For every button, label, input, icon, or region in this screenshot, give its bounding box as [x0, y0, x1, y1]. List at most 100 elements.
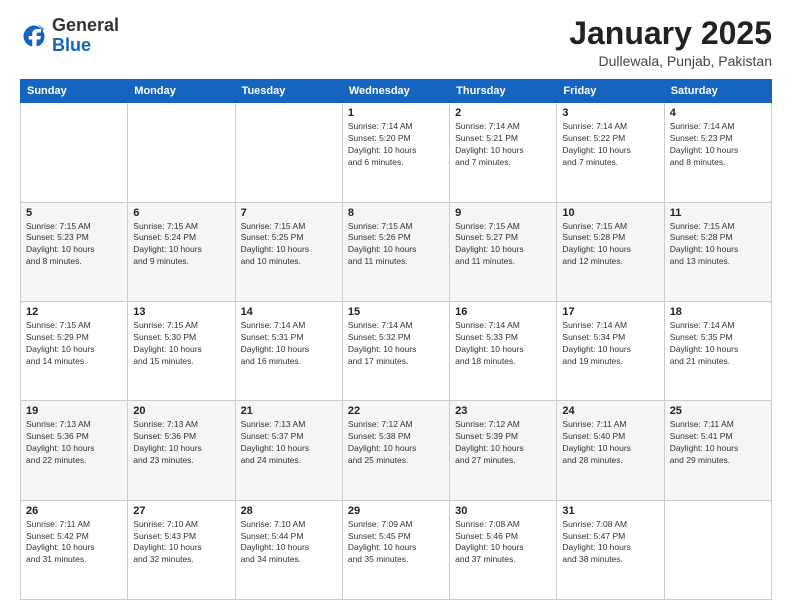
- day-info: Sunrise: 7:11 AMSunset: 5:40 PMDaylight:…: [562, 419, 658, 467]
- day-info: Sunrise: 7:14 AMSunset: 5:31 PMDaylight:…: [241, 320, 337, 368]
- calendar-cell: 20 Sunrise: 7:13 AMSunset: 5:36 PMDayligh…: [128, 401, 235, 500]
- page: General Blue January 2025 Dullewala, Pun…: [0, 0, 792, 612]
- calendar-cell: 16 Sunrise: 7:14 AMSunset: 5:33 PMDayligh…: [450, 301, 557, 400]
- day-number: 27: [133, 505, 229, 517]
- day-number: 16: [455, 306, 551, 318]
- calendar-cell: 27 Sunrise: 7:10 AMSunset: 5:43 PMDayligh…: [128, 500, 235, 599]
- day-number: 5: [26, 207, 122, 219]
- day-number: 2: [455, 107, 551, 119]
- day-number: 7: [241, 207, 337, 219]
- logo-blue: Blue: [52, 35, 91, 55]
- weekday-thursday: Thursday: [450, 80, 557, 103]
- day-info: Sunrise: 7:15 AMSunset: 5:28 PMDaylight:…: [670, 221, 766, 269]
- day-info: Sunrise: 7:13 AMSunset: 5:36 PMDaylight:…: [133, 419, 229, 467]
- calendar-cell: 22Sunrise: 7:12 AMSunset: 5:38 PMDayligh…: [342, 401, 449, 500]
- calendar-cell: 28Sunrise: 7:10 AMSunset: 5:44 PMDayligh…: [235, 500, 342, 599]
- month-title: January 2025: [569, 16, 772, 51]
- day-info: Sunrise: 7:14 AMSunset: 5:35 PMDaylight:…: [670, 320, 766, 368]
- calendar-cell: 26Sunrise: 7:11 AMSunset: 5:42 PMDayligh…: [21, 500, 128, 599]
- calendar-week-4: 19 Sunrise: 7:13 AMSunset: 5:36 PMDayligh…: [21, 401, 772, 500]
- day-info: Sunrise: 7:10 AMSunset: 5:43 PMDaylight:…: [133, 519, 229, 567]
- day-info: Sunrise: 7:14 AMSunset: 5:20 PMDaylight:…: [348, 121, 444, 169]
- day-number: 21: [241, 405, 337, 417]
- day-info: Sunrise: 7:15 AMSunset: 5:28 PMDaylight:…: [562, 221, 658, 269]
- day-info: Sunrise: 7:15 AMSunset: 5:26 PMDaylight:…: [348, 221, 444, 269]
- calendar-cell: 12 Sunrise: 7:15 AMSunset: 5:29 PMDayligh…: [21, 301, 128, 400]
- day-info: Sunrise: 7:08 AMSunset: 5:46 PMDaylight:…: [455, 519, 551, 567]
- calendar-cell: 10 Sunrise: 7:15 AMSunset: 5:28 PMDayligh…: [557, 202, 664, 301]
- day-info: Sunrise: 7:12 AMSunset: 5:39 PMDaylight:…: [455, 419, 551, 467]
- day-info: Sunrise: 7:08 AMSunset: 5:47 PMDaylight:…: [562, 519, 658, 567]
- day-number: 30: [455, 505, 551, 517]
- weekday-saturday: Saturday: [664, 80, 771, 103]
- calendar-cell: 19 Sunrise: 7:13 AMSunset: 5:36 PMDayligh…: [21, 401, 128, 500]
- calendar-cell: 14 Sunrise: 7:14 AMSunset: 5:31 PMDayligh…: [235, 301, 342, 400]
- day-info: Sunrise: 7:15 AMSunset: 5:27 PMDaylight:…: [455, 221, 551, 269]
- calendar-cell: 15 Sunrise: 7:14 AMSunset: 5:32 PMDayligh…: [342, 301, 449, 400]
- calendar-week-2: 5 Sunrise: 7:15 AMSunset: 5:23 PMDaylight…: [21, 202, 772, 301]
- weekday-sunday: Sunday: [21, 80, 128, 103]
- calendar-body: 1Sunrise: 7:14 AMSunset: 5:20 PMDaylight…: [21, 103, 772, 600]
- day-number: 17: [562, 306, 658, 318]
- day-number: 31: [562, 505, 658, 517]
- day-info: Sunrise: 7:14 AMSunset: 5:34 PMDaylight:…: [562, 320, 658, 368]
- day-number: 20: [133, 405, 229, 417]
- calendar-week-1: 1Sunrise: 7:14 AMSunset: 5:20 PMDaylight…: [21, 103, 772, 202]
- calendar-cell: 9 Sunrise: 7:15 AMSunset: 5:27 PMDaylight…: [450, 202, 557, 301]
- calendar-table: Sunday Monday Tuesday Wednesday Thursday…: [20, 79, 772, 600]
- day-info: Sunrise: 7:09 AMSunset: 5:45 PMDaylight:…: [348, 519, 444, 567]
- day-info: Sunrise: 7:15 AMSunset: 5:29 PMDaylight:…: [26, 320, 122, 368]
- calendar-cell: 25Sunrise: 7:11 AMSunset: 5:41 PMDayligh…: [664, 401, 771, 500]
- day-number: 8: [348, 207, 444, 219]
- day-info: Sunrise: 7:14 AMSunset: 5:32 PMDaylight:…: [348, 320, 444, 368]
- day-info: Sunrise: 7:15 AMSunset: 5:24 PMDaylight:…: [133, 221, 229, 269]
- calendar-cell: 30 Sunrise: 7:08 AMSunset: 5:46 PMDayligh…: [450, 500, 557, 599]
- day-number: 19: [26, 405, 122, 417]
- day-info: Sunrise: 7:14 AMSunset: 5:33 PMDaylight:…: [455, 320, 551, 368]
- calendar-cell: 13Sunrise: 7:15 AMSunset: 5:30 PMDayligh…: [128, 301, 235, 400]
- day-info: Sunrise: 7:13 AMSunset: 5:36 PMDaylight:…: [26, 419, 122, 467]
- header: General Blue January 2025 Dullewala, Pun…: [20, 16, 772, 69]
- calendar-cell: 18Sunrise: 7:14 AMSunset: 5:35 PMDayligh…: [664, 301, 771, 400]
- logo-icon: [20, 22, 48, 50]
- calendar-cell: 8 Sunrise: 7:15 AMSunset: 5:26 PMDaylight…: [342, 202, 449, 301]
- day-info: Sunrise: 7:14 AMSunset: 5:23 PMDaylight:…: [670, 121, 766, 169]
- calendar-cell: 31 Sunrise: 7:08 AMSunset: 5:47 PMDayligh…: [557, 500, 664, 599]
- weekday-row: Sunday Monday Tuesday Wednesday Thursday…: [21, 80, 772, 103]
- day-info: Sunrise: 7:15 AMSunset: 5:23 PMDaylight:…: [26, 221, 122, 269]
- day-info: Sunrise: 7:11 AMSunset: 5:42 PMDaylight:…: [26, 519, 122, 567]
- day-number: 14: [241, 306, 337, 318]
- calendar-cell: 6 Sunrise: 7:15 AMSunset: 5:24 PMDaylight…: [128, 202, 235, 301]
- day-number: 15: [348, 306, 444, 318]
- calendar-header: Sunday Monday Tuesday Wednesday Thursday…: [21, 80, 772, 103]
- calendar-cell: [235, 103, 342, 202]
- day-info: Sunrise: 7:13 AMSunset: 5:37 PMDaylight:…: [241, 419, 337, 467]
- day-number: 3: [562, 107, 658, 119]
- calendar-cell: [128, 103, 235, 202]
- calendar-cell: 3 Sunrise: 7:14 AMSunset: 5:22 PMDaylight…: [557, 103, 664, 202]
- calendar-cell: 5 Sunrise: 7:15 AMSunset: 5:23 PMDaylight…: [21, 202, 128, 301]
- calendar-cell: [664, 500, 771, 599]
- location: Dullewala, Punjab, Pakistan: [569, 53, 772, 69]
- day-number: 29: [348, 505, 444, 517]
- day-info: Sunrise: 7:14 AMSunset: 5:22 PMDaylight:…: [562, 121, 658, 169]
- calendar-week-5: 26Sunrise: 7:11 AMSunset: 5:42 PMDayligh…: [21, 500, 772, 599]
- calendar-cell: 17 Sunrise: 7:14 AMSunset: 5:34 PMDayligh…: [557, 301, 664, 400]
- day-number: 11: [670, 207, 766, 219]
- calendar-cell: 29 Sunrise: 7:09 AMSunset: 5:45 PMDayligh…: [342, 500, 449, 599]
- calendar-cell: 21 Sunrise: 7:13 AMSunset: 5:37 PMDayligh…: [235, 401, 342, 500]
- day-number: 10: [562, 207, 658, 219]
- calendar-cell: 23 Sunrise: 7:12 AMSunset: 5:39 PMDayligh…: [450, 401, 557, 500]
- day-number: 9: [455, 207, 551, 219]
- calendar-week-3: 12 Sunrise: 7:15 AMSunset: 5:29 PMDayligh…: [21, 301, 772, 400]
- day-info: Sunrise: 7:15 AMSunset: 5:25 PMDaylight:…: [241, 221, 337, 269]
- weekday-tuesday: Tuesday: [235, 80, 342, 103]
- day-number: 23: [455, 405, 551, 417]
- day-number: 28: [241, 505, 337, 517]
- logo-text-block: General Blue: [52, 16, 119, 56]
- calendar-cell: 1Sunrise: 7:14 AMSunset: 5:20 PMDaylight…: [342, 103, 449, 202]
- day-info: Sunrise: 7:14 AMSunset: 5:21 PMDaylight:…: [455, 121, 551, 169]
- day-number: 6: [133, 207, 229, 219]
- day-number: 12: [26, 306, 122, 318]
- weekday-wednesday: Wednesday: [342, 80, 449, 103]
